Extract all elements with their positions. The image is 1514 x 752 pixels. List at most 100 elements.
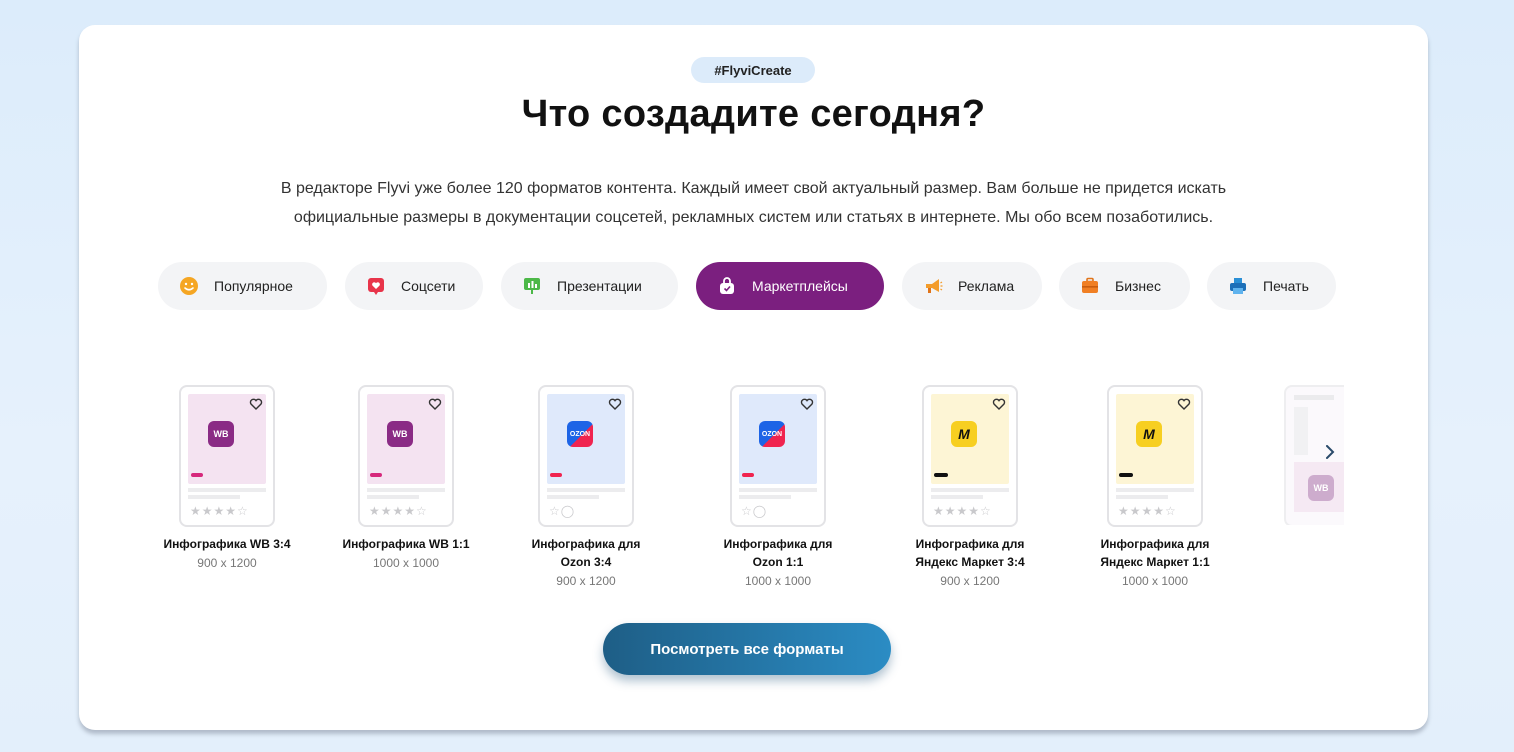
printer-icon xyxy=(1227,275,1249,297)
template-preview: OZON ☆◯ xyxy=(538,385,634,527)
page-title: Что создадите сегодня? xyxy=(521,93,986,135)
text-line xyxy=(367,488,445,492)
tab-label: Популярное xyxy=(214,278,293,294)
description-line-2: официальные размеры в документации соцсе… xyxy=(293,209,1214,226)
template-preview: M ★★★★☆ xyxy=(1107,385,1203,527)
template-name: Инфографика для Ozon 3:4 xyxy=(511,535,661,571)
tab-label: Печать xyxy=(1263,278,1309,294)
text-line xyxy=(931,488,1009,492)
template-name-line: Инфографика для xyxy=(1100,537,1210,551)
template-name: Инфографика WB 1:1 xyxy=(342,537,470,551)
template-size: 1000 x 1000 xyxy=(372,556,440,570)
template-name-line: Инфографика для xyxy=(723,537,833,551)
template-name: Инфографика для Ozon 1:1 xyxy=(703,535,853,571)
template-card-ozon-1-1[interactable]: OZON ☆◯ Инфографика для Ozon 1:1 1000 x … xyxy=(703,385,853,590)
yandex-market-logo: M xyxy=(951,421,977,447)
smile-icon xyxy=(178,275,200,297)
template-preview: M ★★★★☆ xyxy=(922,385,1018,527)
template-name: Инфографика для Яндекс Маркет 3:4 xyxy=(895,535,1045,571)
tab-marketplaces[interactable]: Маркетплейсы xyxy=(696,262,884,310)
heart-icon[interactable] xyxy=(800,397,814,411)
text-line xyxy=(1116,495,1168,499)
tab-label: Соцсети xyxy=(401,278,456,294)
ozon-logo: OZON xyxy=(759,421,785,447)
template-card-yandex-3-4[interactable]: M ★★★★☆ Инфографика для Яндекс Маркет 3:… xyxy=(895,385,1045,590)
heart-icon[interactable] xyxy=(992,397,1006,411)
template-name-line: Ozon 1:1 xyxy=(752,555,804,569)
highlight-bar xyxy=(934,473,948,477)
highlight-bar xyxy=(191,473,203,477)
wb-logo: WB xyxy=(387,421,413,447)
rating-stars: ★★★★☆ xyxy=(190,504,249,518)
heart-icon[interactable] xyxy=(428,397,442,411)
template-size: 1000 x 1000 xyxy=(744,574,812,588)
description-line-1: В редакторе Flyvi уже более 120 форматов… xyxy=(280,180,1227,197)
template-name: Инфографика WB 3:4 xyxy=(163,537,291,551)
tab-business[interactable]: Бизнес xyxy=(1059,262,1190,310)
fade-overlay xyxy=(1324,525,1364,625)
highlight-bar xyxy=(742,473,754,477)
tab-popular[interactable]: Популярное xyxy=(158,262,327,310)
text-line xyxy=(1116,488,1194,492)
megaphone-icon xyxy=(922,275,944,297)
template-name-line: Яндекс Маркет 1:1 xyxy=(1100,555,1210,569)
text-line xyxy=(547,495,599,499)
template-name-line: Инфографика для xyxy=(915,537,1025,551)
presentation-chart-icon xyxy=(521,275,543,297)
tab-print[interactable]: Печать xyxy=(1207,262,1336,310)
highlight-bar xyxy=(370,473,382,477)
briefcase-icon xyxy=(1079,275,1101,297)
text-line xyxy=(188,495,240,499)
social-heart-icon xyxy=(365,275,387,297)
tab-label: Реклама xyxy=(958,278,1015,294)
yandex-market-logo: M xyxy=(1136,421,1162,447)
template-name-line: Ozon 3:4 xyxy=(560,555,612,569)
rating-stars: ☆◯ xyxy=(741,504,768,518)
tab-social[interactable]: Соцсети xyxy=(345,262,483,310)
text-line xyxy=(367,495,419,499)
template-card-yandex-1-1[interactable]: M ★★★★☆ Инфографика для Яндекс Маркет 1:… xyxy=(1080,385,1230,590)
heart-icon[interactable] xyxy=(249,397,263,411)
rating-stars: ★★★★☆ xyxy=(1118,504,1177,518)
wb-logo: WB xyxy=(1308,475,1334,501)
template-name-line: Яндекс Маркет 3:4 xyxy=(915,555,1025,569)
text-line xyxy=(739,495,791,499)
template-size: 900 x 1200 xyxy=(940,574,1000,588)
rating-stars: ★★★★☆ xyxy=(369,504,428,518)
tab-ads[interactable]: Реклама xyxy=(902,262,1042,310)
tab-presentations[interactable]: Презентации xyxy=(501,262,678,310)
tab-label: Презентации xyxy=(557,278,642,294)
template-size: 1000 x 1000 xyxy=(1121,574,1189,588)
template-preview: WB ★★★★☆ xyxy=(358,385,454,527)
tab-label: Маркетплейсы xyxy=(752,278,848,294)
template-name: Инфографика для Яндекс Маркет 1:1 xyxy=(1080,535,1230,571)
view-all-formats-button[interactable]: Посмотреть все форматы xyxy=(603,623,891,675)
template-card-wb-1-1[interactable]: WB ★★★★☆ Инфографика WB 1:1 1000 x 1000 xyxy=(331,385,481,572)
template-preview: OZON ☆◯ xyxy=(730,385,826,527)
template-preview: WB ★★★★☆ xyxy=(179,385,275,527)
hashtag-badge: #FlyviCreate xyxy=(691,57,815,83)
ozon-logo: OZON xyxy=(567,421,593,447)
rating-stars: ☆◯ xyxy=(549,504,576,518)
highlight-bar xyxy=(1119,473,1133,477)
text-line xyxy=(188,488,266,492)
template-name-line: Инфографика для xyxy=(531,537,641,551)
text-line xyxy=(739,488,817,492)
template-card-wb-3-4[interactable]: WB ★★★★☆ Инфографика WB 3:4 900 x 1200 xyxy=(152,385,302,572)
heart-icon[interactable] xyxy=(608,397,622,411)
template-size: 900 x 1200 xyxy=(197,556,257,570)
rating-stars: ★★★★☆ xyxy=(933,504,992,518)
text-line xyxy=(931,495,983,499)
category-tabs: Популярное Соцсети Презентации Маркетпле… xyxy=(158,262,1348,310)
text-line xyxy=(547,488,625,492)
highlight-bar xyxy=(550,473,562,477)
chevron-right-icon[interactable] xyxy=(1319,441,1341,463)
shopping-bag-icon xyxy=(716,275,738,297)
template-size: 900 x 1200 xyxy=(556,574,616,588)
description: В редакторе Flyvi уже более 120 форматов… xyxy=(139,174,1368,232)
heart-icon[interactable] xyxy=(1177,397,1191,411)
template-card-ozon-3-4[interactable]: OZON ☆◯ Инфографика для Ozon 3:4 900 x 1… xyxy=(511,385,661,590)
wb-logo: WB xyxy=(208,421,234,447)
formats-card: #FlyviCreate Что создадите сегодня? В ре… xyxy=(79,25,1428,730)
tab-label: Бизнес xyxy=(1115,278,1161,294)
